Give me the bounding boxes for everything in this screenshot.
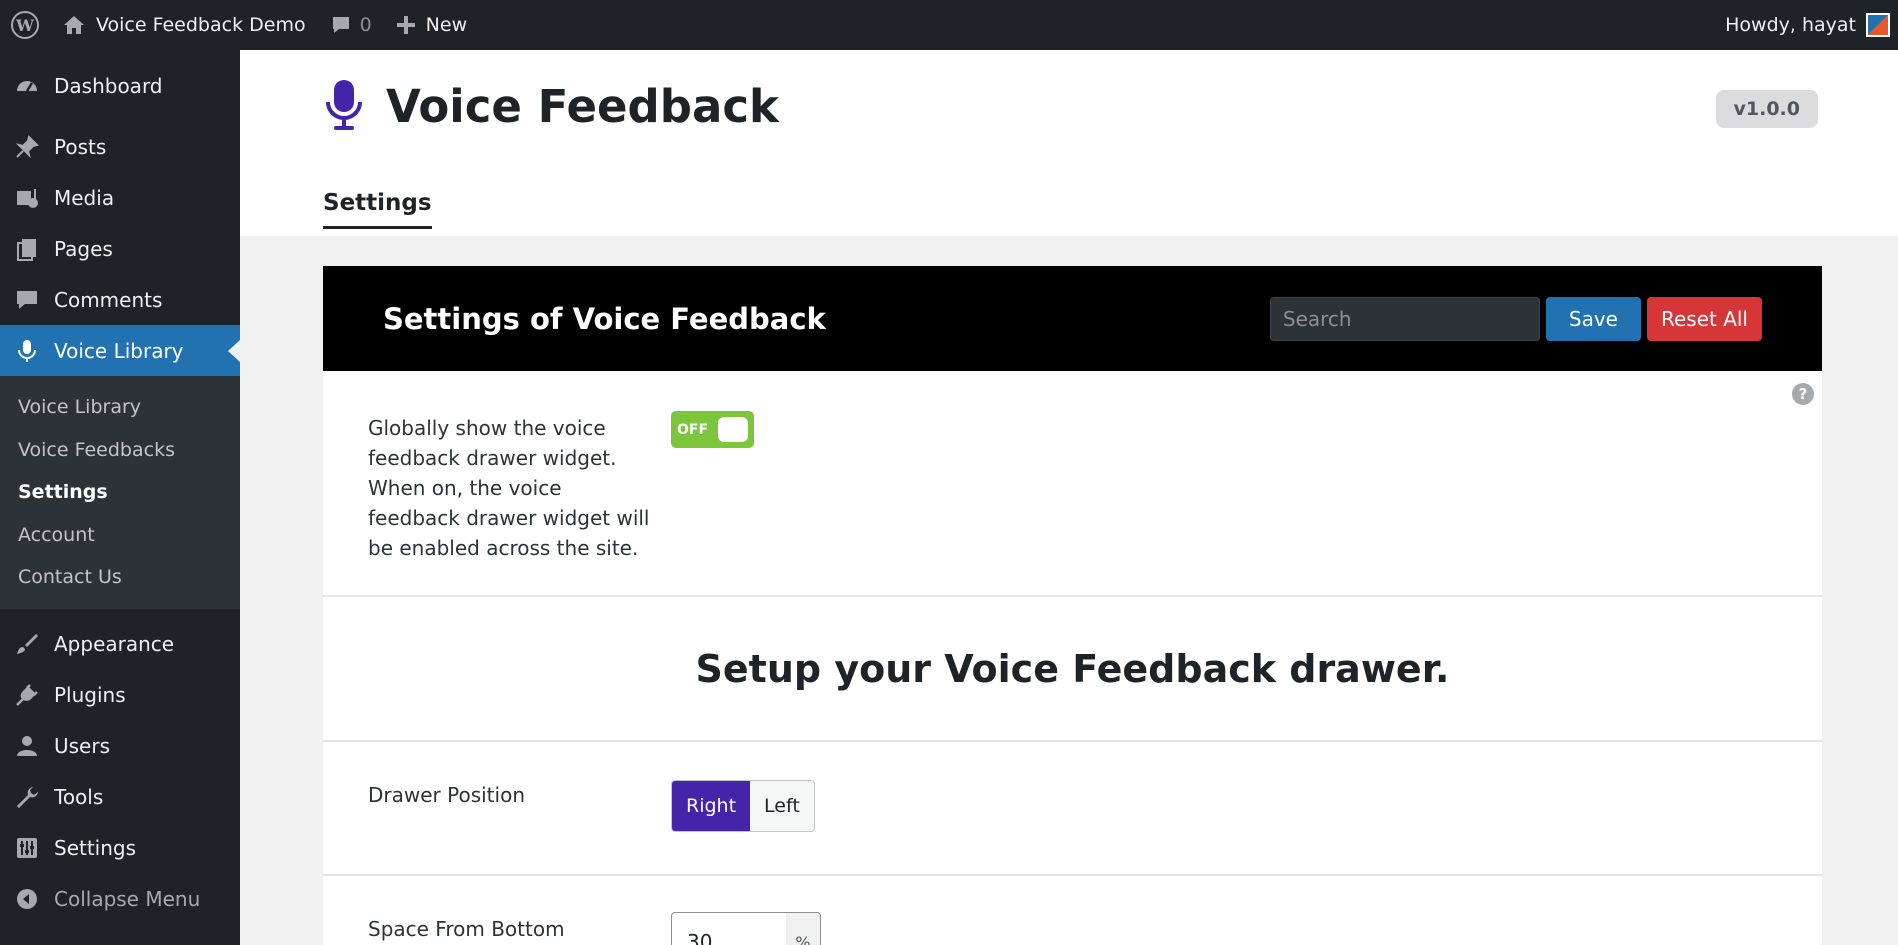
sidebar-item-label: Tools	[54, 785, 104, 809]
sidebar-item-label: Voice Library	[54, 338, 184, 363]
sidebar-item-label: Users	[54, 734, 111, 758]
admin-bar: W Voice Feedback Demo 0 New Howdy, hayat	[0, 0, 1898, 50]
comment-bubble-icon	[330, 14, 352, 36]
space-from-bottom-row: Space From Bottom 30 %	[323, 876, 1822, 945]
sidebar-item-label: Posts	[54, 134, 107, 159]
help-icon[interactable]: ?	[1792, 383, 1814, 405]
settings-panel-title: Settings of Voice Feedback	[383, 301, 826, 336]
sidebar-item-settings[interactable]: Settings	[0, 823, 240, 874]
user-icon	[12, 731, 42, 761]
submenu-item-contact-us[interactable]: Contact Us	[0, 556, 240, 599]
section-heading-row: Setup your Voice Feedback drawer.	[323, 597, 1822, 742]
sidebar-item-dashboard[interactable]: Dashboard	[0, 60, 240, 111]
sidebar-item-appearance[interactable]: Appearance	[0, 619, 240, 670]
new-label: New	[425, 14, 468, 36]
space-from-bottom-label: Space From Bottom	[368, 917, 565, 941]
svg-text:W: W	[15, 16, 35, 35]
plugin-title-row: Voice Feedback	[324, 78, 779, 134]
search-input[interactable]: Search	[1269, 296, 1540, 341]
voice-library-submenu: Voice Library Voice Feedbacks Settings A…	[0, 376, 240, 609]
sliders-icon	[12, 833, 42, 863]
sidebar-item-comments[interactable]: Comments	[0, 274, 240, 325]
media-icon	[12, 183, 42, 213]
sidebar-item-plugins[interactable]: Plugins	[0, 670, 240, 721]
sidebar-item-label: Plugins	[54, 683, 126, 707]
collapse-icon	[12, 884, 42, 914]
toggle-knob	[718, 417, 749, 442]
plus-icon	[396, 15, 416, 35]
save-button[interactable]: Save	[1545, 296, 1641, 341]
sidebar-item-label: Dashboard	[54, 73, 163, 98]
global-toggle-row: ? Globally show the voice feedback drawe…	[323, 371, 1822, 597]
space-from-bottom-unit: %	[786, 913, 820, 945]
section-heading: Setup your Voice Feedback drawer.	[695, 646, 1450, 691]
sidebar-item-label: Comments	[54, 287, 163, 312]
drawer-position-right-option[interactable]: Right	[672, 781, 751, 831]
new-content-link[interactable]: New	[384, 0, 479, 50]
drawer-position-selector: Right Left	[671, 780, 815, 832]
wrench-icon	[12, 782, 42, 812]
pages-icon	[12, 234, 42, 264]
home-icon	[62, 14, 86, 36]
submenu-item-account[interactable]: Account	[0, 514, 240, 557]
tab-settings[interactable]: Settings	[323, 190, 432, 229]
drawer-position-left-option[interactable]: Left	[750, 781, 814, 831]
page-title: Voice Feedback	[386, 79, 779, 133]
global-toggle-description: Globally show the voice feedback drawer …	[368, 416, 650, 560]
plug-icon	[12, 680, 42, 710]
greeting: Howdy, hayat	[1725, 14, 1856, 36]
reset-all-button[interactable]: Reset All	[1646, 296, 1762, 341]
sidebar-item-media[interactable]: Media	[0, 172, 240, 223]
avatar	[1866, 13, 1890, 37]
main-content: Voice Feedback v1.0.0 Settings Settings …	[240, 50, 1898, 945]
site-name: Voice Feedback Demo	[96, 14, 306, 36]
admin-sidebar: Dashboard Posts Media Pages Comments Voi…	[0, 50, 240, 945]
global-widget-toggle[interactable]: OFF	[671, 411, 754, 448]
sidebar-item-label: Pages	[54, 236, 113, 261]
settings-toolbar: Search Save Reset All	[1269, 296, 1762, 341]
collapse-menu-button[interactable]: Collapse Menu	[0, 874, 240, 925]
submenu-item-voice-library[interactable]: Voice Library	[0, 386, 240, 429]
toggle-state-label: OFF	[677, 421, 709, 438]
sidebar-item-label: Appearance	[54, 632, 175, 656]
submenu-item-voice-feedbacks[interactable]: Voice Feedbacks	[0, 429, 240, 472]
microphone-logo-icon	[324, 78, 364, 134]
comments-count: 0	[359, 14, 372, 36]
space-from-bottom-input[interactable]: 30 %	[671, 912, 821, 945]
sidebar-item-label: Media	[54, 185, 115, 210]
pin-icon	[12, 132, 42, 162]
sidebar-item-posts[interactable]: Posts	[0, 121, 240, 172]
drawer-position-row: Drawer Position Right Left	[323, 742, 1822, 876]
space-from-bottom-value[interactable]: 30	[672, 913, 786, 945]
version-badge: v1.0.0	[1715, 90, 1818, 128]
submenu-item-settings[interactable]: Settings	[0, 471, 240, 514]
site-name-link[interactable]: Voice Feedback Demo	[50, 0, 318, 50]
sidebar-item-label: Settings	[54, 836, 137, 860]
plugin-header: Voice Feedback v1.0.0 Settings	[240, 50, 1898, 236]
sidebar-item-users[interactable]: Users	[0, 721, 240, 772]
sidebar-item-pages[interactable]: Pages	[0, 223, 240, 274]
microphone-icon	[12, 336, 42, 366]
sidebar-item-label: Collapse Menu	[54, 887, 201, 911]
sidebar-item-voice-library[interactable]: Voice Library	[0, 325, 240, 376]
comments-link[interactable]: 0	[318, 0, 384, 50]
user-menu[interactable]: Howdy, hayat	[1713, 0, 1898, 50]
brush-icon	[12, 629, 42, 659]
wordpress-logo-icon[interactable]: W	[0, 0, 50, 50]
settings-panel-header: Settings of Voice Feedback Search Save R…	[323, 266, 1822, 371]
comment-icon	[12, 285, 42, 315]
dashboard-icon	[12, 71, 42, 101]
sidebar-item-tools[interactable]: Tools	[0, 772, 240, 823]
drawer-position-label: Drawer Position	[368, 783, 525, 807]
settings-panel: Settings of Voice Feedback Search Save R…	[323, 266, 1822, 945]
